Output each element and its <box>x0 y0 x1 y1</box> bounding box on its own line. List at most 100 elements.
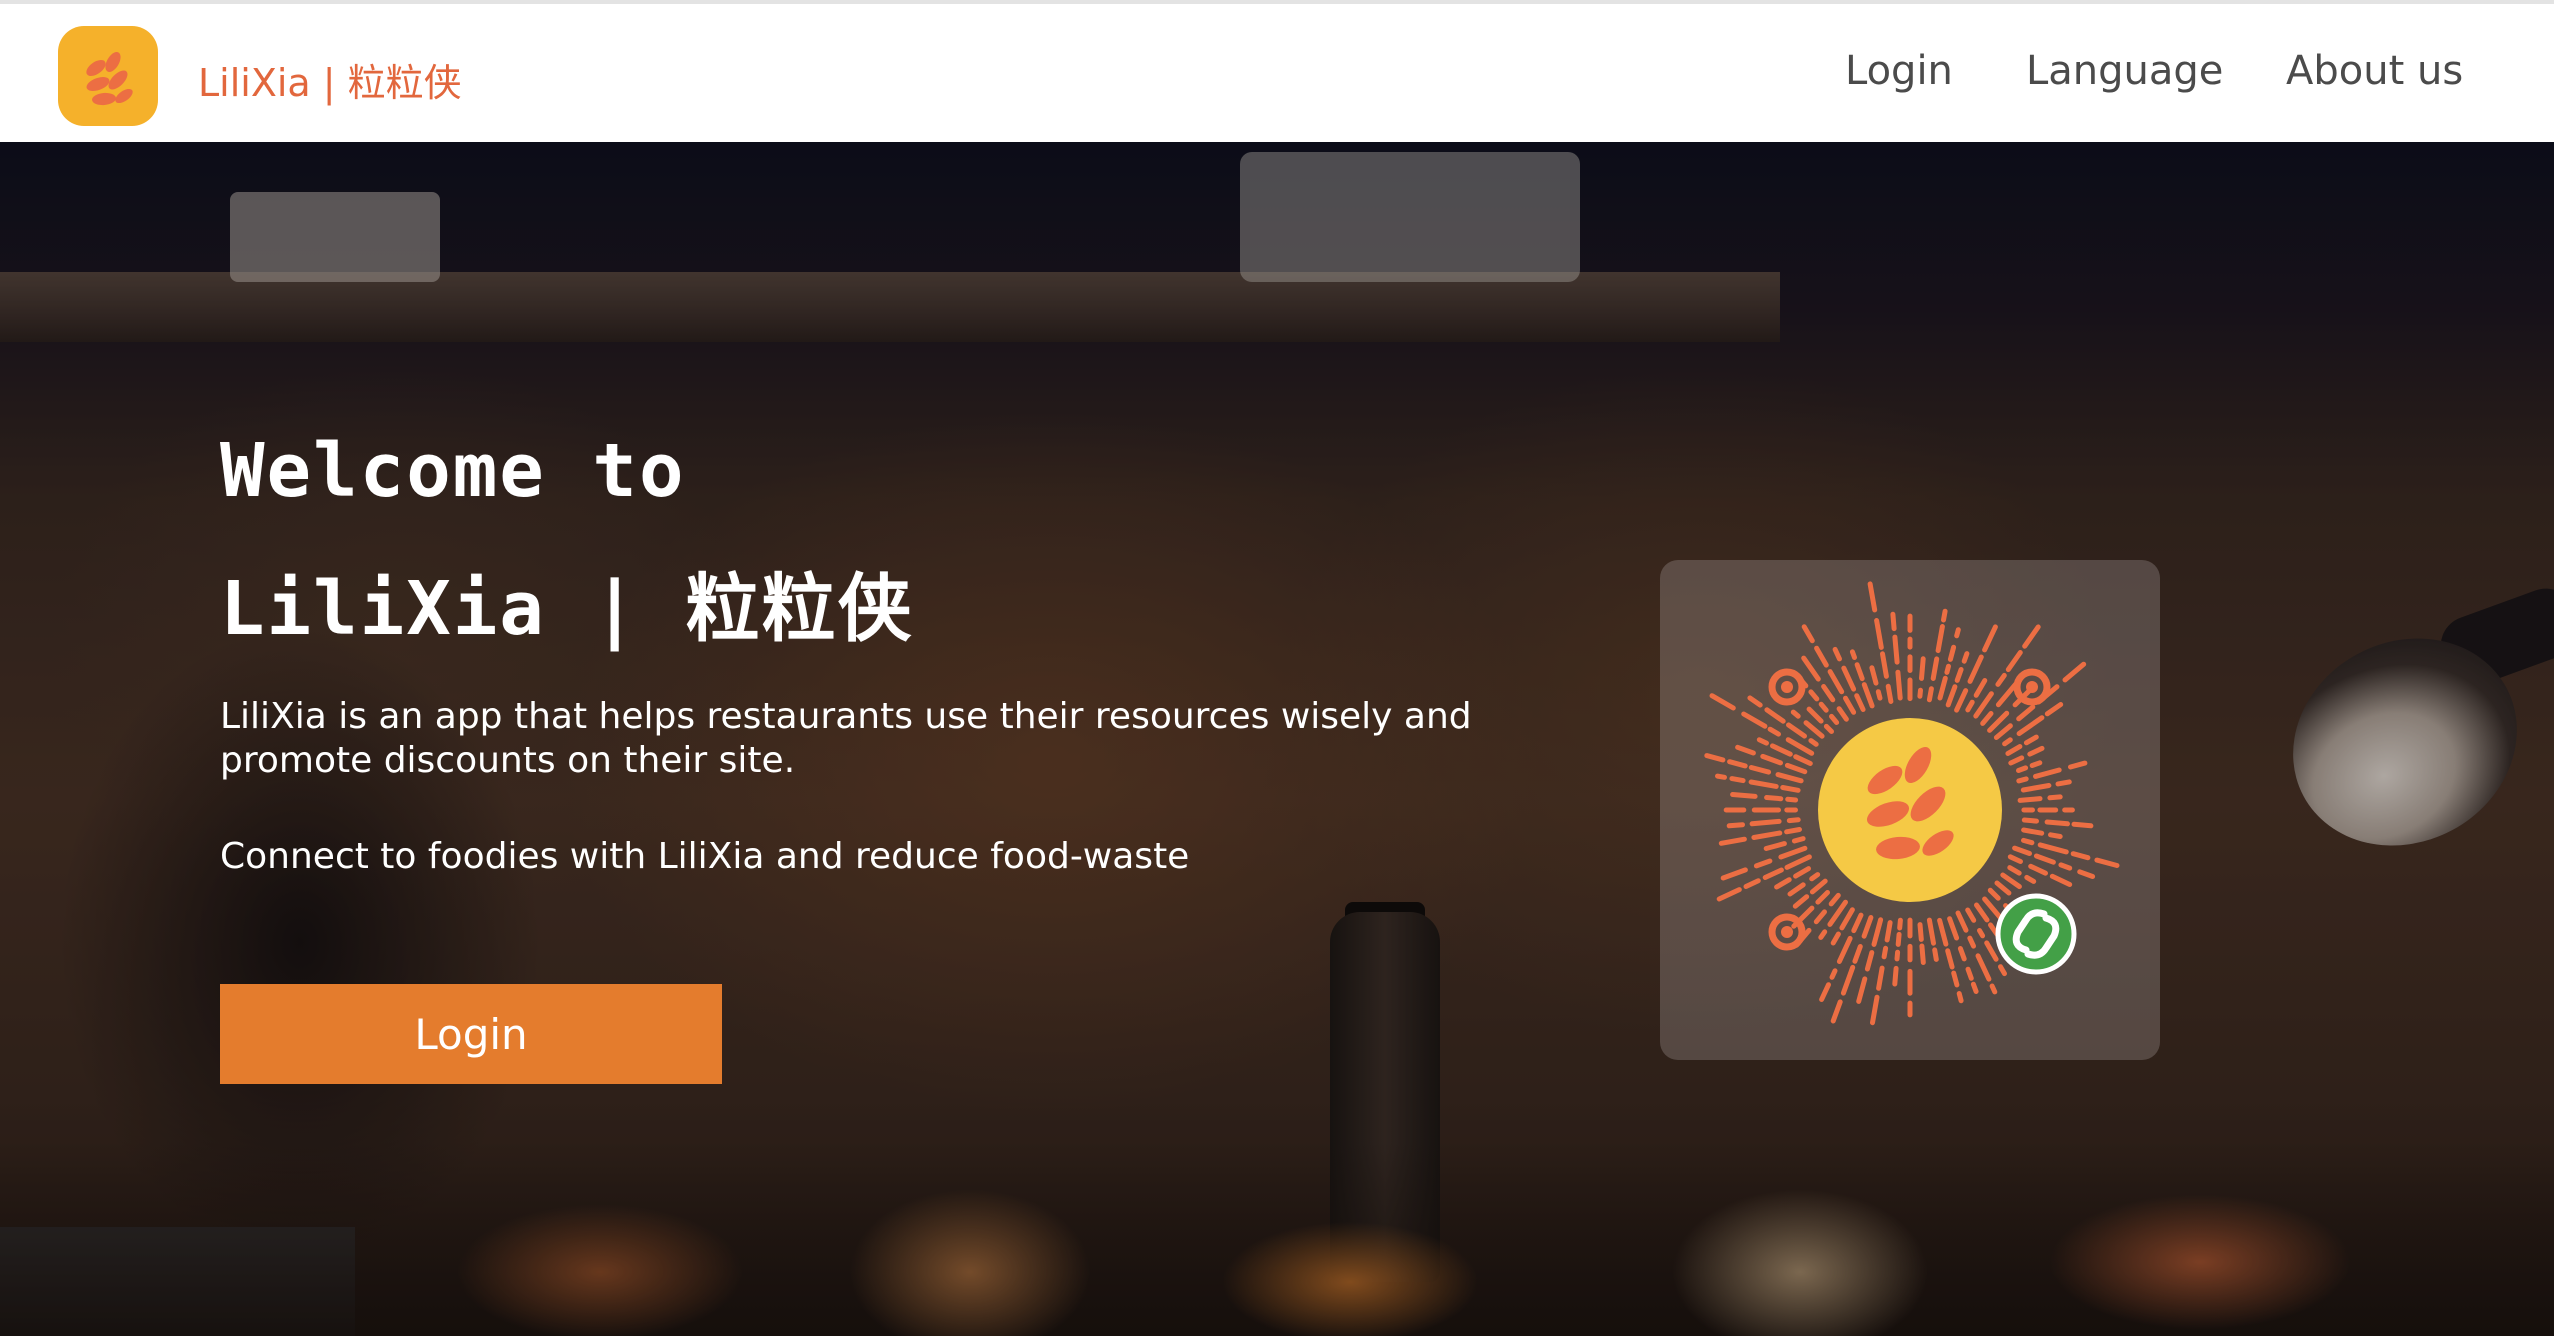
qr-dash <box>2044 702 2064 717</box>
qr-dash <box>2068 760 2088 770</box>
nav-login-link[interactable]: Login <box>1845 48 1953 94</box>
qr-dash <box>1954 688 1969 713</box>
qr-dash <box>1897 917 1903 931</box>
qr-dash <box>1785 737 1815 756</box>
qr-dash <box>1730 792 1758 799</box>
qr-dash <box>1774 877 1792 890</box>
hero-title-line1: Welcome to <box>220 428 686 514</box>
hero-title: Welcome to LiliXia | 粒粒侠 <box>220 402 1420 678</box>
qr-dash <box>1945 948 1955 970</box>
qr-dash <box>1926 917 1936 946</box>
qr-dash <box>1770 743 1793 757</box>
qr-dash <box>1947 916 1960 941</box>
qr-dash <box>2094 857 2120 868</box>
brand-name[interactable]: LiliXia | 粒粒侠 <box>198 52 462 107</box>
qr-dash <box>1861 915 1874 939</box>
qr-dash <box>1892 965 1899 987</box>
qr-dash <box>1748 765 1772 775</box>
qr-dash <box>2033 853 2056 865</box>
qr-dash <box>1726 822 1745 829</box>
navbar: LiliXia | 粒粒侠 Login Language About us <box>0 0 2554 142</box>
qr-dash <box>1967 935 1976 949</box>
qr-dash <box>1970 981 1979 994</box>
qr-dash <box>2007 865 2022 876</box>
qr-dash <box>1767 726 1781 737</box>
hero-section: Welcome to LiliXia | 粒粒侠 LiliXia is an a… <box>0 142 2554 1336</box>
qr-dash <box>1947 644 1957 662</box>
qr-dash <box>2021 817 2039 824</box>
qr-dash <box>1989 983 1998 995</box>
qr-dash <box>2028 863 2048 876</box>
qr-dash <box>1955 910 1969 933</box>
qr-dash <box>2049 873 2073 887</box>
qr-dash <box>1809 872 1821 882</box>
qr-dash <box>2055 779 2072 787</box>
qr-dash <box>1784 854 1812 870</box>
qr-dash <box>1718 836 1747 846</box>
qr-dash <box>1819 982 1831 1002</box>
qr-dash <box>1944 663 1951 675</box>
qr-dash <box>2027 745 2045 757</box>
qr-dash <box>1941 608 1948 623</box>
qr-dash <box>2005 650 2023 673</box>
qr-dash <box>1980 711 1994 726</box>
qr-dash <box>1876 965 1885 991</box>
qr-dash <box>2000 872 2022 890</box>
qr-dash <box>1836 935 1853 964</box>
qr-dash <box>2029 760 2043 768</box>
qr-dash <box>1874 618 1884 650</box>
qr-dash <box>1716 887 1742 902</box>
qr-dash <box>1751 830 1783 840</box>
qr-dash <box>1870 994 1880 1026</box>
qr-dash <box>1828 892 1841 907</box>
qr-dash <box>1945 684 1958 708</box>
qr-dash <box>1869 665 1879 686</box>
qr-dash <box>2033 767 2062 779</box>
qr-dash <box>1954 627 1961 639</box>
qr-dash <box>2016 715 2045 737</box>
nav-language-link[interactable]: Language <box>2026 48 2223 94</box>
qr-dash <box>1786 722 1807 739</box>
qr-dash <box>1995 672 2007 687</box>
qr-dash <box>1884 920 1893 943</box>
qr-dash <box>1843 695 1857 715</box>
qr-dash <box>1861 682 1875 709</box>
qr-dash <box>2047 794 2063 801</box>
qr-dash <box>1856 976 1868 1004</box>
qr-dash <box>1780 785 1801 793</box>
qr-dash <box>1973 678 1988 698</box>
qr-dash <box>2002 737 2013 747</box>
qr-dash <box>2021 837 2035 846</box>
qr-dash <box>1885 683 1894 704</box>
qr-dash <box>1813 909 1827 925</box>
qr-dash <box>2022 624 2041 649</box>
qr-dash <box>1827 669 1845 695</box>
qr-dash <box>1735 744 1756 756</box>
brand-logo-icon[interactable] <box>58 26 158 126</box>
qr-dash <box>1849 649 1857 660</box>
qr-dash <box>1818 929 1828 940</box>
hero-title-line2: LiliXia | 粒粒侠 <box>220 566 914 652</box>
qr-dash <box>1784 762 1808 775</box>
nav-about-link[interactable]: About us <box>2286 48 2463 94</box>
qr-dash <box>1749 818 1782 827</box>
qr-dash <box>1930 656 1940 681</box>
qr-dash <box>1881 945 1889 960</box>
qr-dash <box>1792 894 1810 909</box>
qr-dash <box>2020 783 2052 793</box>
qr-dash <box>1917 687 1923 699</box>
qr-dash <box>1818 701 1829 713</box>
qr-dash <box>1954 667 1964 683</box>
qr-dash <box>1793 754 1813 766</box>
qr-dash <box>1951 970 1960 988</box>
qr-dash <box>1808 738 1819 747</box>
qr-dash <box>1830 999 1843 1024</box>
qr-dash <box>1830 931 1841 946</box>
hero-login-button[interactable]: Login <box>220 984 722 1084</box>
qr-dash <box>1961 651 1970 664</box>
qr-dash <box>1937 917 1949 947</box>
qr-dash <box>1743 878 1761 889</box>
qr-dash <box>2021 827 2045 836</box>
qr-dash <box>1867 581 1878 613</box>
qr-dash <box>1965 966 1974 981</box>
